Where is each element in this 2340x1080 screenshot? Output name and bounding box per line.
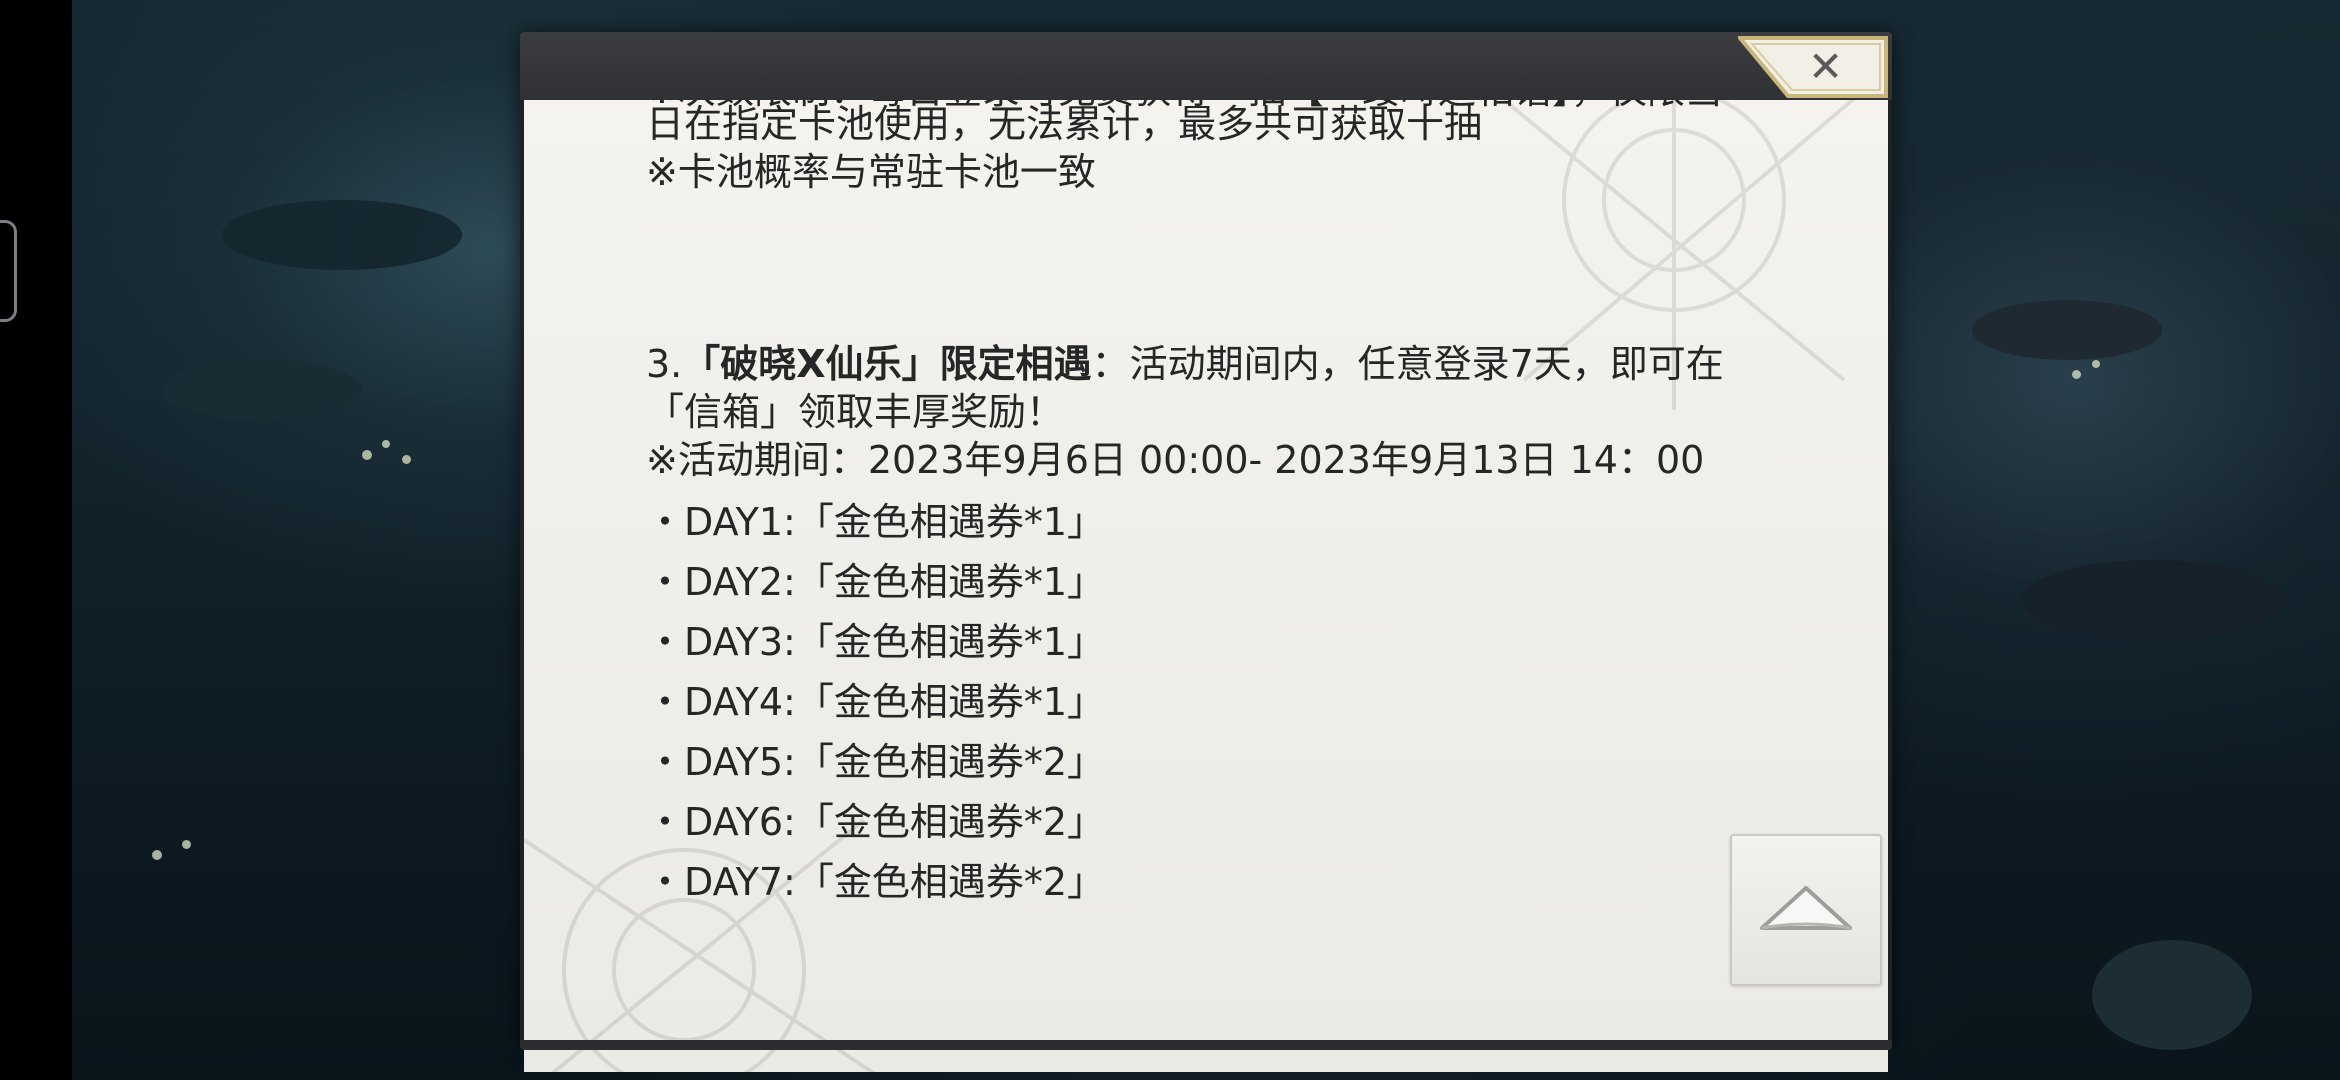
scroll-to-top-button[interactable] [1730,834,1882,986]
background-flower [402,455,411,464]
background-flower [2092,360,2100,368]
background-flower [152,850,162,860]
intro-line: ※卡池概率与常驻卡池一致 [646,150,1096,194]
section3-number: 3. [646,342,683,386]
game-screen: ※次数限制：每日登录可免费获得一抽【一缕時运相谐】，仅限当 日在指定卡池使用，无… [0,0,2340,1080]
chevron-up-icon [1760,886,1852,930]
daily-reward-item: ・DAY5:「金色相遇券*2」 [646,740,1106,784]
background-flower [2072,370,2081,379]
section3-period: ※活动期间：2023年9月6日 00:00- 2023年9月13日 14：00 [646,438,1705,482]
dialog-header [520,32,1892,100]
section3-description-continued: 「信箱」领取丰厚奖励！ [646,390,1065,434]
dialog-bottom-border [520,1040,1892,1050]
background-rock [2092,940,2252,1050]
daily-reward-list: ・DAY1:「金色相遇券*1」 ・DAY2:「金色相遇券*1」 ・DAY3:「金… [646,492,1866,912]
background-flower [382,440,390,448]
daily-reward-item: ・DAY6:「金色相遇券*2」 [646,800,1106,844]
close-button[interactable]: ✕ [1738,36,1888,98]
daily-reward-item: ・DAY4:「金色相遇券*1」 [646,680,1106,724]
left-black-bar [0,0,72,1080]
daily-reward-item: ・DAY7:「金色相遇券*2」 [646,860,1106,904]
background-rock [162,360,362,420]
background-rock [2022,560,2282,640]
dialog-content-area[interactable]: ※次数限制：每日登录可免费获得一抽【一缕時运相谐】，仅限当 日在指定卡池使用，无… [524,100,1888,1072]
intro-line: 日在指定卡池使用，无法累计，最多共可获取十抽 [646,102,1483,146]
daily-reward-item: ・DAY2:「金色相遇券*1」 [646,560,1106,604]
announcement-dialog: ※次数限制：每日登录可免费获得一抽【一缕時运相谐】，仅限当 日在指定卡池使用，无… [520,32,1892,1072]
background-flower [362,450,372,460]
background-rock [1972,300,2162,360]
background-rock [222,200,462,270]
section3-heading-line: 3.「破晓X仙乐」限定相遇：活动期间内，任意登录7天，即可在 [646,340,1866,388]
announcement-text: 日在指定卡池使用，无法累计，最多共可获取十抽 ※卡池概率与常驻卡池一致 3.「破… [646,100,1866,912]
background-flower [182,840,191,849]
section3-title: 「破晓X仙乐」限定相遇 [682,342,1092,386]
section3-description: ：活动期间内，任意登录7天，即可在 [1091,342,1724,386]
daily-reward-item: ・DAY3:「金色相遇券*1」 [646,620,1106,664]
close-icon: ✕ [1808,42,1844,91]
daily-reward-item: ・DAY1:「金色相遇券*1」 [646,500,1106,544]
side-drawer-handle[interactable] [0,220,17,322]
